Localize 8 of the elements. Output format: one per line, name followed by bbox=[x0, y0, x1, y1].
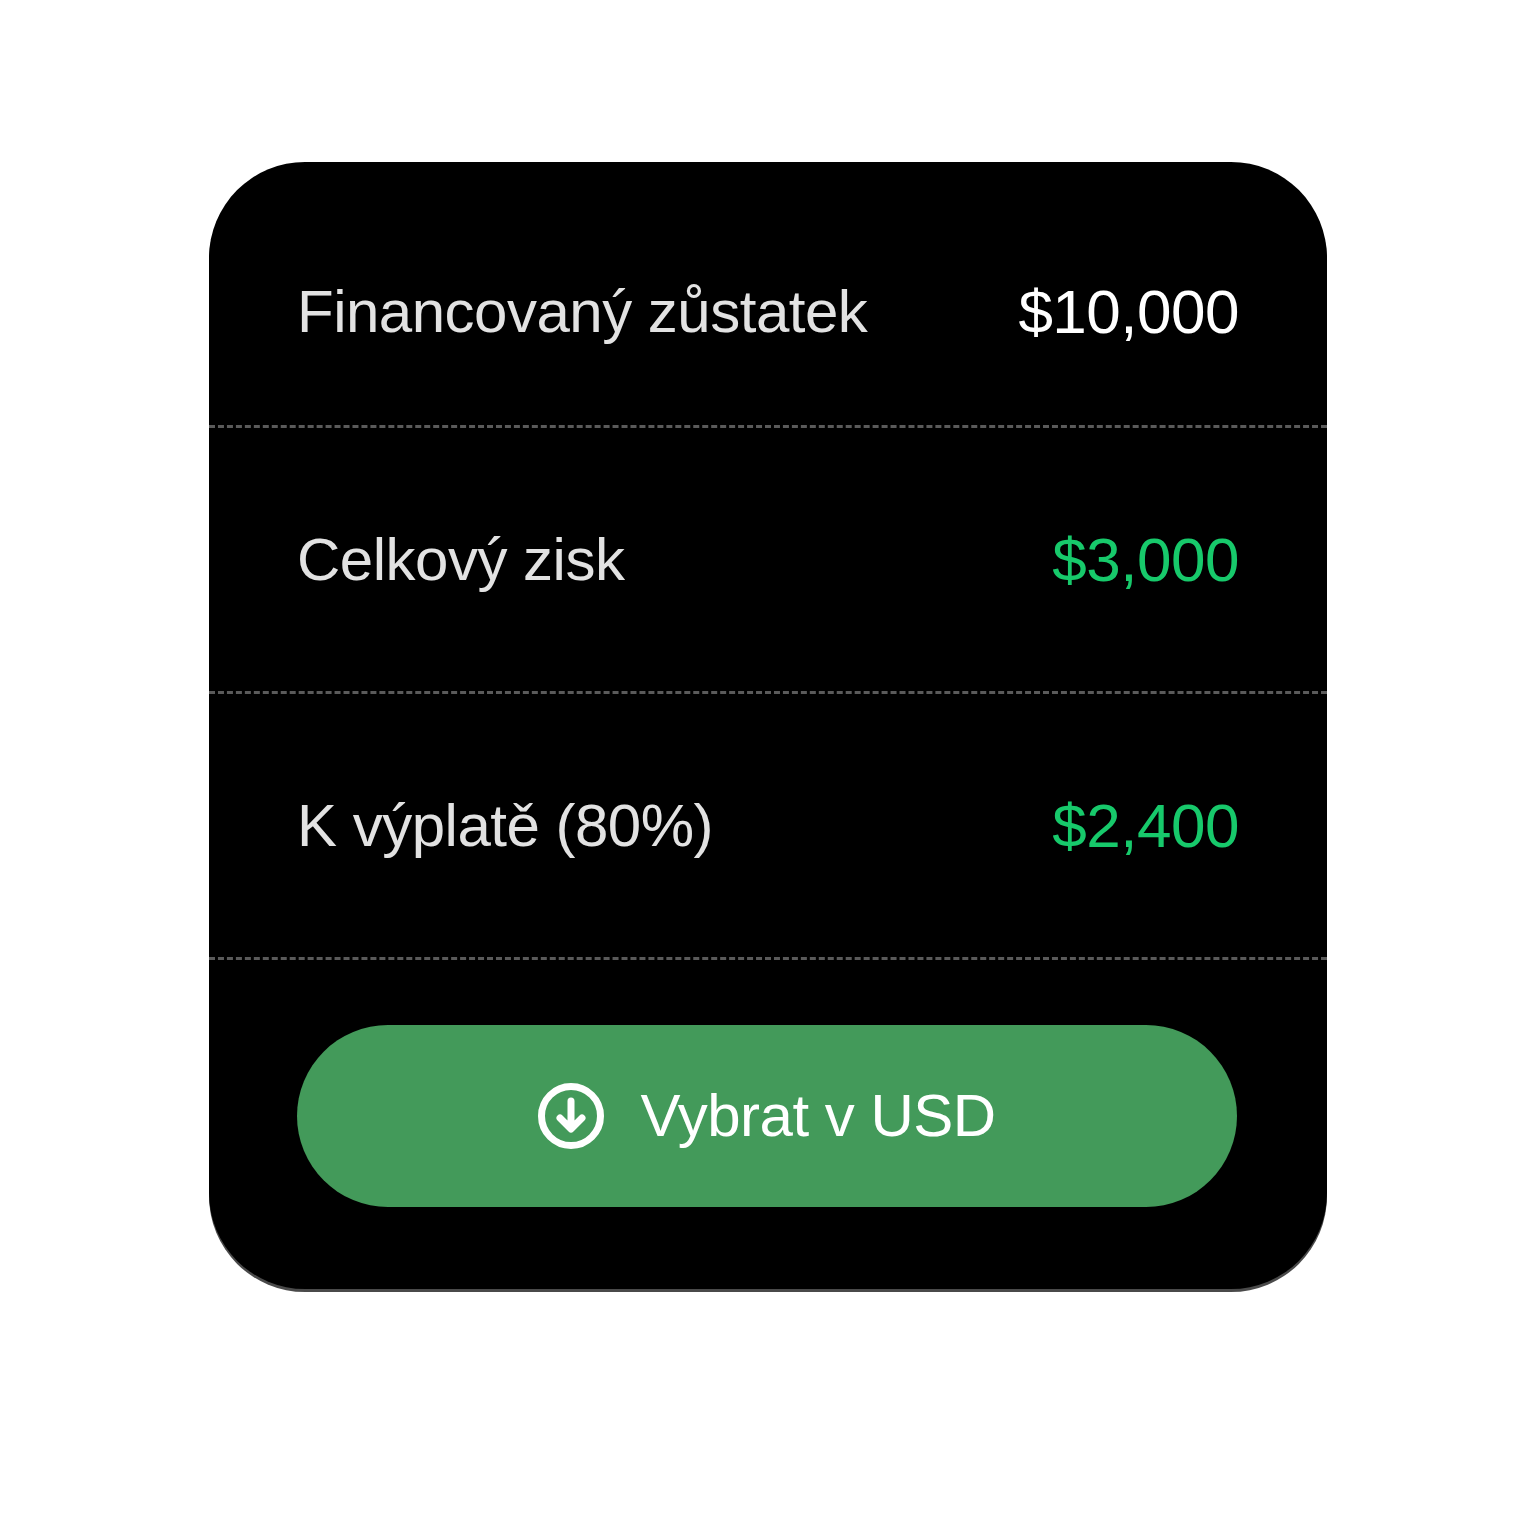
row-label: K výplatě (80%) bbox=[297, 795, 713, 856]
row-label: Financovaný zůstatek bbox=[297, 281, 868, 342]
row-label: Celkový zisk bbox=[297, 529, 625, 590]
row-amount: $3,000 bbox=[1052, 528, 1239, 591]
withdraw-button[interactable]: Vybrat v USD bbox=[297, 1025, 1237, 1207]
row-amount: $10,000 bbox=[1018, 280, 1239, 343]
row-amount: $2,400 bbox=[1052, 794, 1239, 857]
download-arrow-circle-icon bbox=[538, 1083, 605, 1149]
